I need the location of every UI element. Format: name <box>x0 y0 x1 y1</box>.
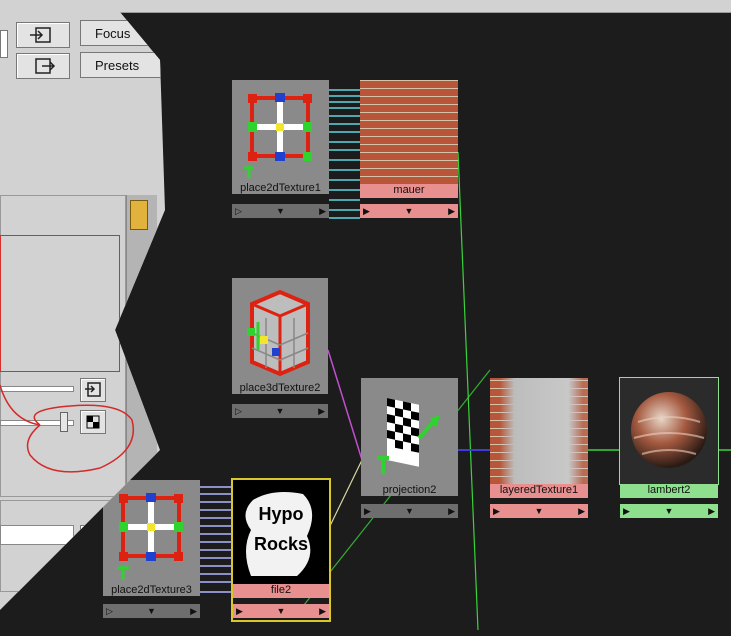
node-port-bar[interactable]: ▶ ▼ ▶ <box>620 504 718 518</box>
node-place3dtexture2[interactable]: place3dTexture2 ▷ ▼ ▶ <box>232 278 328 420</box>
node-port-bar[interactable]: ▷ ▼ ▶ <box>232 204 329 218</box>
file-image-text-2: Rocks <box>254 534 308 554</box>
node-mauer[interactable]: mauer ▶ ▼ ▶ <box>360 80 458 220</box>
node-place2dtexture1[interactable]: place2dTexture1 ▷ ▼ ▶ <box>232 80 329 220</box>
node-label: mauer <box>360 184 458 198</box>
node-port-bar[interactable]: ▷ ▼ ▶ <box>103 604 200 618</box>
layered-texture-icon <box>490 378 588 484</box>
node-label: file2 <box>233 584 329 598</box>
lower-field[interactable] <box>0 525 74 545</box>
file-texture-preview: Hypo Rocks <box>233 480 329 584</box>
node-port-bar[interactable]: ▶ ▼ ▶ <box>360 204 458 218</box>
node-label: place2dTexture1 <box>232 182 329 194</box>
node-port-bar[interactable]: ▶ ▼ ▶ <box>361 504 458 518</box>
node-label: layeredTexture1 <box>490 484 588 498</box>
projection-icon <box>361 378 458 484</box>
node-place2dtexture3[interactable]: place2dTexture3 ▷ ▼ ▶ <box>103 480 200 620</box>
top-strip <box>110 0 731 13</box>
place3d-cube-icon <box>232 278 328 382</box>
node-port-bar[interactable]: ▶ ▼ ▶ <box>490 504 588 518</box>
material-sphere-icon <box>619 377 719 485</box>
red-circle-annotation <box>0 384 134 473</box>
node-label: place2dTexture3 <box>103 584 200 596</box>
node-label: lambert2 <box>620 484 718 498</box>
node-port-bar[interactable]: ▶ ▼ ▶ <box>233 604 329 618</box>
node-layeredtexture1[interactable]: layeredTexture1 ▶ ▼ ▶ <box>490 378 588 520</box>
place2d-icon <box>232 80 329 182</box>
file-image-text-1: Hypo <box>259 504 304 524</box>
node-projection2[interactable]: projection2 ▶ ▼ ▶ <box>361 378 458 518</box>
brick-texture-icon <box>360 80 458 184</box>
node-file2[interactable]: Hypo Rocks file2 ▶ ▼ ▶ <box>231 478 331 622</box>
place2d-icon <box>103 480 200 584</box>
node-label: projection2 <box>361 484 458 496</box>
node-port-bar[interactable]: ▷ ▼ ▶ <box>232 404 328 418</box>
node-label: place3dTexture2 <box>232 382 328 394</box>
node-lambert2[interactable]: lambert2 ▶ ▼ ▶ <box>619 377 719 520</box>
